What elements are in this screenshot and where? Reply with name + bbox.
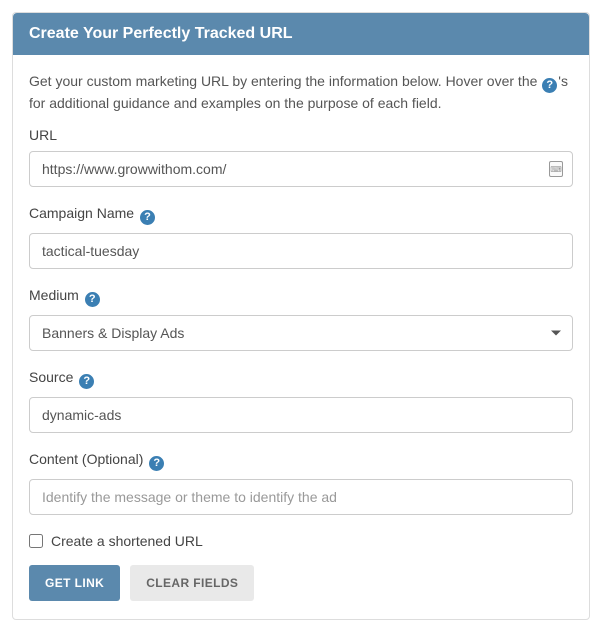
- shorten-checkbox[interactable]: [29, 534, 43, 548]
- help-icon[interactable]: ?: [85, 292, 100, 307]
- field-campaign: Campaign Name ?: [29, 205, 573, 269]
- medium-label: Medium ?: [29, 287, 573, 307]
- url-builder-panel: Create Your Perfectly Tracked URL Get yo…: [12, 12, 590, 620]
- field-source: Source ?: [29, 369, 573, 433]
- panel-body: Get your custom marketing URL by enterin…: [13, 55, 589, 619]
- button-row: GET LINK CLEAR FIELDS: [29, 565, 573, 601]
- clear-fields-button[interactable]: CLEAR FIELDS: [130, 565, 254, 601]
- source-label-text: Source: [29, 369, 73, 385]
- campaign-label: Campaign Name ?: [29, 205, 573, 225]
- shorten-row: Create a shortened URL: [29, 533, 573, 549]
- shorten-label: Create a shortened URL: [51, 533, 203, 549]
- help-icon[interactable]: ?: [79, 374, 94, 389]
- help-icon[interactable]: ?: [149, 456, 164, 471]
- url-input[interactable]: [29, 151, 573, 187]
- campaign-label-text: Campaign Name: [29, 205, 134, 221]
- source-input[interactable]: [29, 397, 573, 433]
- content-input[interactable]: [29, 479, 573, 515]
- medium-select-wrap: Banners & Display Ads: [29, 315, 573, 351]
- url-input-wrap: ⌨: [29, 151, 573, 187]
- medium-label-text: Medium: [29, 287, 79, 303]
- help-icon[interactable]: ?: [140, 210, 155, 225]
- source-label: Source ?: [29, 369, 573, 389]
- field-url: URL ⌨: [29, 127, 573, 187]
- intro-text: Get your custom marketing URL by enterin…: [29, 71, 573, 113]
- content-label: Content (Optional) ?: [29, 451, 573, 471]
- field-medium: Medium ? Banners & Display Ads: [29, 287, 573, 351]
- medium-select[interactable]: Banners & Display Ads: [29, 315, 573, 351]
- content-label-text: Content (Optional): [29, 451, 143, 467]
- field-content: Content (Optional) ?: [29, 451, 573, 515]
- get-link-button[interactable]: GET LINK: [29, 565, 120, 601]
- url-label: URL: [29, 127, 573, 143]
- help-icon: ?: [542, 78, 557, 93]
- intro-before: Get your custom marketing URL by enterin…: [29, 73, 541, 89]
- campaign-input[interactable]: [29, 233, 573, 269]
- panel-title: Create Your Perfectly Tracked URL: [13, 13, 589, 55]
